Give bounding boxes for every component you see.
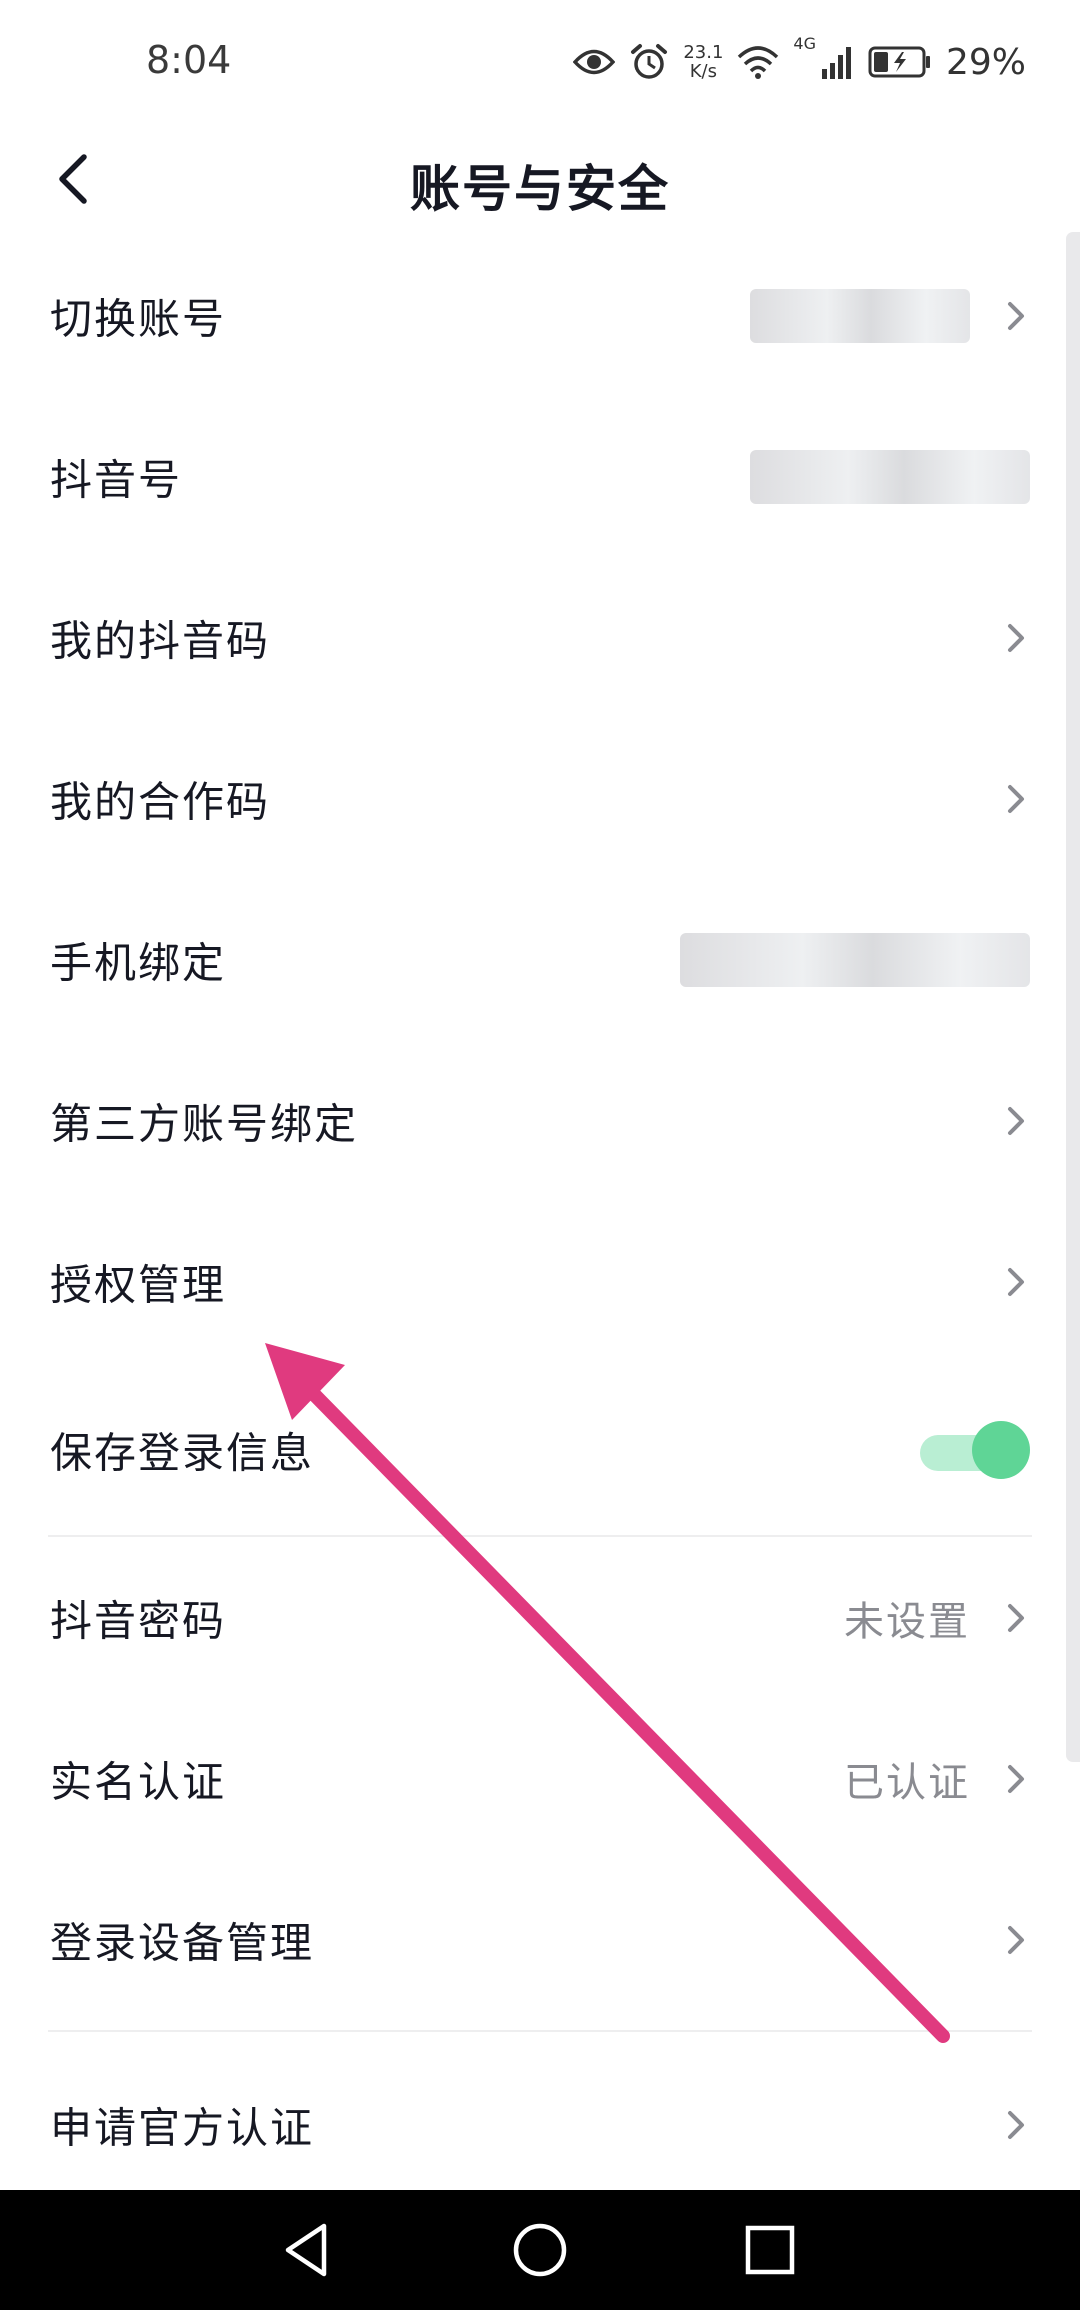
header: 账号与安全 (0, 125, 1080, 235)
network-type: 4G (793, 34, 816, 53)
row-phone-binding[interactable]: 手机绑定 (0, 879, 1080, 1040)
wifi-icon (738, 46, 779, 79)
chevron-right-icon (1008, 623, 1024, 652)
back-triangle-icon[interactable] (272, 2214, 344, 2286)
row-save-login-info: 保存登录信息 (0, 1362, 1080, 1537)
row-real-name-verification[interactable]: 实名认证 已认证 (0, 1698, 1080, 1859)
row-my-cooperation-code[interactable]: 我的合作码 (0, 718, 1080, 879)
toggle-knob (972, 1420, 1030, 1479)
status-bar: 8:04 23.1 K/s 4G 29% (0, 0, 1080, 125)
row-third-party-binding[interactable]: 第三方账号绑定 (0, 1040, 1080, 1201)
cellular-signal-icon (821, 47, 851, 79)
alarm-icon (631, 44, 668, 79)
row-label: 手机绑定 (50, 938, 227, 987)
row-douyin-password[interactable]: 抖音密码 未设置 (0, 1537, 1080, 1698)
net-speed-value: 23.1 (683, 42, 724, 63)
battery-charging-icon (868, 46, 930, 78)
row-authorization-management[interactable]: 授权管理 (0, 1201, 1080, 1362)
status-time: 8:04 (146, 38, 232, 82)
row-label: 保存登录信息 (50, 1428, 315, 1477)
row-label: 实名认证 (50, 1757, 227, 1806)
home-circle-icon[interactable] (504, 2214, 576, 2286)
chevron-right-icon (1008, 1267, 1024, 1296)
chevron-right-icon (1008, 1925, 1024, 1954)
row-label: 第三方账号绑定 (50, 1099, 359, 1148)
chevron-right-icon (1008, 784, 1024, 813)
row-switch-account[interactable]: 切换账号 (0, 235, 1080, 396)
row-label: 授权管理 (50, 1260, 227, 1309)
chevron-right-icon (1008, 1106, 1024, 1135)
chevron-right-icon (1008, 1764, 1024, 1793)
row-label: 登录设备管理 (50, 1918, 315, 1967)
blurred-douyin-id-value (750, 449, 1030, 504)
settings-list: 切换账号 抖音号 我的抖音码 我的合作码 手机绑定 第三方账号绑定 授权管理 保… (0, 235, 1080, 2205)
status-icons: 23.1 K/s 4G 29% (573, 34, 1026, 90)
chevron-right-icon (1008, 301, 1024, 330)
row-apply-official-verification[interactable]: 申请官方认证 (0, 2044, 1080, 2205)
page-title: 账号与安全 (410, 160, 670, 218)
net-speed-unit: K/s (689, 61, 717, 82)
row-label: 切换账号 (50, 294, 227, 343)
row-label: 抖音密码 (50, 1596, 227, 1645)
row-douyin-id[interactable]: 抖音号 (0, 396, 1080, 557)
row-label: 我的合作码 (50, 777, 271, 826)
blurred-phone-value (680, 932, 1030, 987)
system-nav-bar (0, 2190, 1080, 2310)
row-value: 已认证 (844, 1759, 970, 1806)
recents-square-icon[interactable] (734, 2214, 806, 2286)
row-login-device-management[interactable]: 登录设备管理 (0, 1859, 1080, 2032)
row-value: 未设置 (844, 1598, 970, 1645)
row-my-douyin-code[interactable]: 我的抖音码 (0, 557, 1080, 718)
battery-percent: 29% (945, 41, 1026, 83)
blurred-account-value (750, 288, 970, 343)
chevron-right-icon (1008, 1603, 1024, 1632)
save-login-toggle[interactable] (920, 1420, 1030, 1479)
row-label: 抖音号 (50, 455, 183, 504)
chevron-right-icon (1008, 2110, 1024, 2139)
eye-icon (573, 49, 616, 75)
row-label: 我的抖音码 (50, 616, 271, 665)
row-label: 申请官方认证 (50, 2103, 315, 2152)
divider (48, 2030, 1032, 2032)
net-speed: 23.1 K/s (683, 43, 723, 81)
